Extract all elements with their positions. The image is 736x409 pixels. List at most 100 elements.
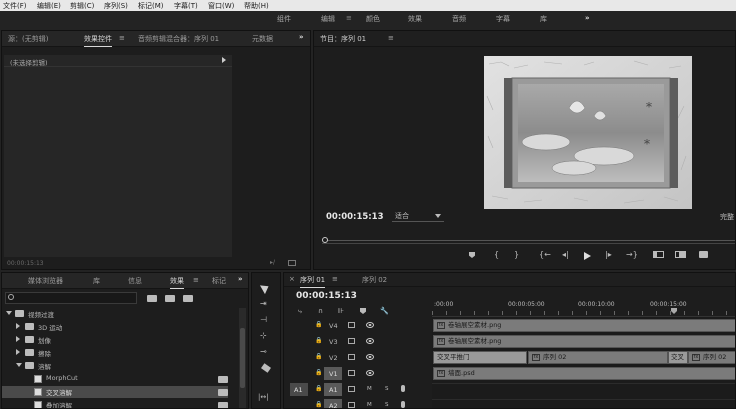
timeline-ruler[interactable]: :00:00 00:00:05:00 00:00:10:00 00:00:15:… (432, 299, 735, 317)
razor-icon[interactable] (261, 363, 271, 373)
tree-item-cross-dissolve[interactable]: 交叉溶解 (2, 386, 228, 398)
workspace-audio[interactable]: 音频 (452, 14, 466, 24)
go-to-in-icon[interactable]: {← (539, 250, 551, 259)
nest-icon[interactable]: ⤷ (298, 307, 302, 316)
close-icon[interactable]: × (289, 275, 295, 283)
slip-icon[interactable]: |↔| (258, 393, 269, 401)
menu-file[interactable]: 文件(F) (3, 1, 27, 11)
selection-tool-icon[interactable] (259, 281, 272, 295)
sync-lock-icon[interactable] (348, 402, 355, 408)
clip-v1[interactable]: fx 墙面.psd (433, 367, 735, 380)
solo-button[interactable]: S (385, 402, 389, 408)
insert-icon[interactable] (653, 251, 664, 258)
tab-info[interactable]: 信息 (128, 276, 142, 286)
sync-lock-icon[interactable] (348, 354, 355, 360)
playhead-handle[interactable] (322, 237, 328, 243)
snap-icon[interactable]: ∩ (318, 307, 323, 315)
clip-v3[interactable]: fx 卷轴展空素材.png (433, 335, 735, 348)
workspace-captions[interactable]: 字幕 (496, 14, 510, 24)
lock-icon[interactable]: 🔒 (315, 369, 322, 376)
tab-markers[interactable]: 标记 (212, 276, 226, 286)
program-scrub-bar[interactable] (322, 235, 735, 244)
workspace-libraries[interactable]: 库 (540, 14, 547, 24)
effects-menu-icon[interactable]: ≡ (193, 276, 199, 284)
menu-marker[interactable]: 标记(M) (138, 1, 164, 11)
expand-arrow-icon[interactable] (222, 57, 226, 63)
menu-sequence[interactable]: 序列(S) (104, 1, 128, 11)
rate-stretch-icon[interactable]: ⊸ (260, 347, 267, 356)
add-marker-icon[interactable] (360, 308, 366, 314)
sync-lock-icon[interactable] (348, 386, 355, 392)
tab-sequence-02[interactable]: 序列 02 (362, 275, 387, 285)
clip-v2-a[interactable]: fx 序列 02 (528, 351, 668, 364)
effects-search-input[interactable] (5, 292, 137, 304)
lock-icon[interactable]: 🔒 (315, 401, 322, 408)
export-icon[interactable] (288, 260, 296, 266)
menu-clip[interactable]: 剪辑(C) (70, 1, 94, 11)
effects-overflow-icon[interactable]: » (238, 275, 243, 283)
tab-sequence-01[interactable]: 序列 01 (300, 275, 326, 288)
timeline-menu-icon[interactable]: ≡ (332, 275, 338, 283)
tab-effect-controls[interactable]: 效果控件 (84, 34, 112, 47)
menu-edit[interactable]: 编辑(E) (37, 1, 61, 11)
tree-item-additive-dissolve[interactable]: 叠加溶解 (2, 399, 228, 408)
workspace-overflow-icon[interactable]: » (585, 14, 590, 22)
microphone-icon[interactable] (401, 385, 405, 392)
step-back-icon[interactable]: ◂| (562, 250, 569, 259)
mute-button[interactable]: M (367, 402, 372, 408)
panel-overflow-icon[interactable]: » (299, 33, 304, 41)
accelerated-effects-icon[interactable] (147, 295, 157, 302)
workspace-editing[interactable]: 编辑 (321, 14, 335, 24)
play-icon[interactable] (584, 252, 591, 260)
tab-audio-clip-mixer[interactable]: 音频剪辑混合器：序列 01 (138, 34, 219, 44)
filter-icon[interactable]: ▸/ (270, 259, 275, 266)
32bit-effects-icon[interactable] (165, 295, 175, 302)
marker-icon[interactable] (469, 252, 475, 258)
tree-item-morphcut[interactable]: MorphCut (2, 373, 228, 385)
transition-v2-a[interactable]: 交叉平推门 (433, 351, 527, 364)
tab-effects[interactable]: 效果 (170, 276, 184, 289)
clip-v2-b[interactable]: fx 序列 02 (688, 351, 735, 364)
linked-selection-icon[interactable]: ⊪ (338, 307, 344, 315)
workspace-assembly[interactable]: 组件 (277, 14, 291, 24)
wrench-icon[interactable]: 🔧 (380, 307, 389, 315)
workspace-menu-icon[interactable]: ≡ (346, 14, 352, 22)
tab-metadata[interactable]: 元数据 (252, 34, 273, 44)
menu-title[interactable]: 字幕(T) (174, 1, 198, 11)
lock-icon[interactable]: 🔒 (315, 353, 322, 360)
eye-icon[interactable] (366, 354, 374, 360)
clip-v4[interactable]: fx 卷轴展空素材.png (433, 319, 735, 332)
fit-dropdown[interactable]: 适合 (392, 210, 444, 222)
scrollbar-thumb[interactable] (240, 328, 245, 388)
quality-dropdown[interactable]: 完整 (720, 212, 734, 222)
tree-item-wipe[interactable]: 擦除 (2, 347, 228, 359)
mark-out-icon[interactable]: } (514, 250, 519, 259)
workspace-effects[interactable]: 效果 (408, 14, 422, 24)
eye-icon[interactable] (366, 338, 374, 344)
tree-item-video-transitions[interactable]: 视频过渡 (2, 308, 228, 320)
yuv-effects-icon[interactable] (183, 295, 193, 302)
step-forward-icon[interactable]: |▸ (605, 250, 612, 259)
mute-button[interactable]: M (367, 386, 372, 392)
tree-item-iris[interactable]: 划像 (2, 334, 228, 346)
menu-help[interactable]: 帮助(H) (244, 1, 269, 11)
rolling-edit-icon[interactable]: ⊹ (260, 331, 267, 340)
program-menu-icon[interactable]: ≡ (388, 34, 394, 42)
menu-window[interactable]: 窗口(W) (208, 1, 234, 11)
mark-in-icon[interactable]: { (494, 250, 499, 259)
sync-lock-icon[interactable] (348, 322, 355, 328)
ripple-edit-icon[interactable]: ⊣ (260, 315, 267, 324)
solo-button[interactable]: S (385, 386, 389, 392)
eye-icon[interactable] (366, 370, 374, 376)
panel-menu-icon[interactable]: ≡ (119, 34, 125, 42)
workspace-color[interactable]: 颜色 (366, 14, 380, 24)
microphone-icon[interactable] (401, 401, 405, 408)
overwrite-icon[interactable] (675, 251, 686, 258)
lock-icon[interactable]: 🔒 (315, 337, 322, 344)
sync-lock-icon[interactable] (348, 338, 355, 344)
track-select-icon[interactable]: ⇥ (260, 299, 267, 308)
tab-media-browser[interactable]: 媒体浏览器 (28, 276, 63, 286)
export-frame-icon[interactable] (699, 251, 708, 258)
effects-scrollbar[interactable] (239, 308, 246, 408)
sync-lock-icon[interactable] (348, 370, 355, 376)
